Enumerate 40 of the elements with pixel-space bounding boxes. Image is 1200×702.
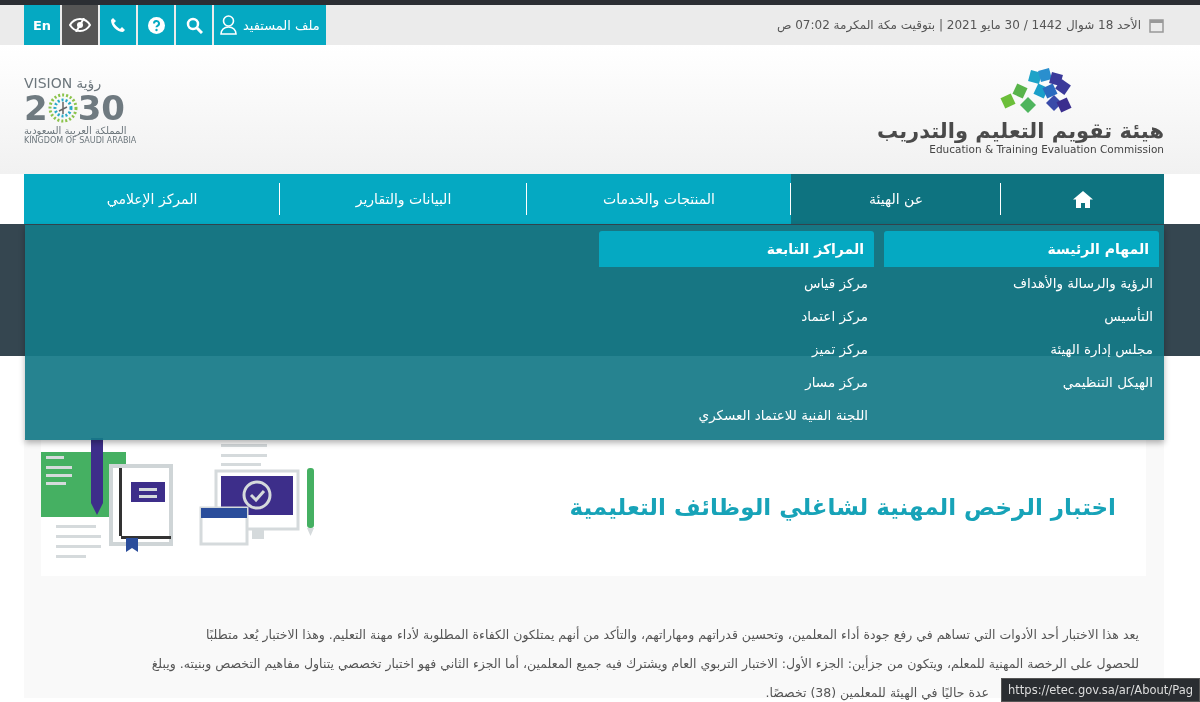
organization-name: هيئة تقويم التعليم والتدريب xyxy=(876,118,1164,143)
menu-link[interactable]: الهيكل التنظيمي xyxy=(884,366,1159,399)
menu-link[interactable]: مركز قياس xyxy=(599,267,874,300)
search-icon xyxy=(185,16,203,34)
country-english-text: KINGDOM OF SAUDI ARABIA xyxy=(24,135,137,145)
home-icon xyxy=(1072,190,1093,208)
palm-emblem-icon xyxy=(47,92,78,123)
menu-link[interactable]: اللجنة الفنية للاعتماد العسكري xyxy=(599,399,874,432)
country-arabic-text: المملكة العربية السعودية xyxy=(24,124,127,136)
nav-item[interactable]: عن الهيئة xyxy=(791,174,1001,224)
menu-link[interactable]: التأسيس xyxy=(884,300,1159,333)
year-text: 2 xyxy=(24,90,48,125)
home-nav-item[interactable] xyxy=(1001,174,1164,224)
menu-column-heading: المراكز التابعة xyxy=(599,231,874,267)
paragraph-line: يعد هذا الاختبار أحد الأدوات التي تساهم في رفع جودة أداء المعلمين، وتحسين قدراتهم ومهاراتهم، والتأكد من أنهم يمتلكون الكفاءة المطلوبة لأداء مهنة التعليم. وهذا الاختبار يُعد متطلبًا xyxy=(205,625,1139,645)
menu-link[interactable]: الرؤية والرسالة والأهداف xyxy=(884,267,1159,300)
menu-link[interactable]: مركز اعتماد xyxy=(599,300,874,333)
accessibility-button[interactable] xyxy=(62,5,98,45)
status-url-tooltip: https://etec.gov.sa/ar/About/Pag xyxy=(1001,678,1200,702)
menu-link[interactable]: مركز تميز xyxy=(599,333,874,366)
page-title: اختبار الرخص المهنية لشاغلي الوظائف التعليمية xyxy=(569,494,1117,520)
help-button[interactable] xyxy=(138,5,174,45)
profile-button[interactable]: ملف المستفيد xyxy=(214,5,326,45)
calendar-icon xyxy=(1149,17,1164,33)
paragraph-line: للحصول على الرخصة المهنية للمعلم، ويتكون من جزأين: الجزء الأول: الاختبار التربوي العام ويشترك فيه جميع المعلمين، أما الجزء الثاني فهو اختبار تخصصي يتناول مفاهيم التخصص وبنيته. ويبلغ xyxy=(150,654,1139,674)
language-button[interactable]: En xyxy=(24,5,60,45)
menu-link[interactable]: مجلس إدارة الهيئة xyxy=(884,333,1159,366)
search-button[interactable] xyxy=(176,5,212,45)
eye-slash-icon xyxy=(69,18,91,32)
menu-link[interactable]: مركز مسار xyxy=(599,366,874,399)
phone-icon xyxy=(110,17,126,33)
user-icon xyxy=(220,15,237,35)
vision-text: VISION xyxy=(24,74,73,91)
vision-arabic-text: رؤية xyxy=(76,74,102,91)
help-icon xyxy=(147,16,165,34)
paragraph-line: عدة حاليًا في الهيئة للمعلمين (38) تخصصًا. xyxy=(765,684,989,702)
menu-column-heading: المهام الرئيسة xyxy=(884,231,1159,267)
organization-english-name: Education & Training Evaluation Commission xyxy=(929,142,1164,155)
year-text: 30 xyxy=(77,90,125,125)
date-text: الأحد 18 شوال 1442 / 30 مايو 2021 | بتوقيت مكة المكرمة 07:02 ص xyxy=(776,18,1141,32)
